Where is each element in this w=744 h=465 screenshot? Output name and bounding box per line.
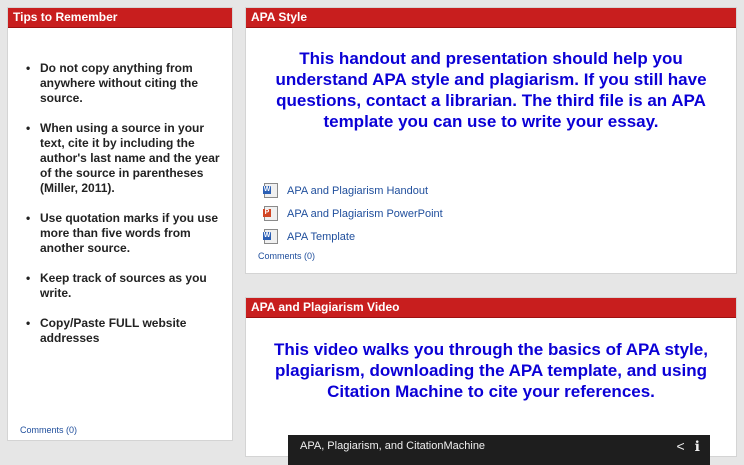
list-item: Copy/Paste FULL website addresses (26, 316, 220, 346)
tips-comments-link[interactable]: Comments (0) (20, 425, 77, 435)
list-item: Do not copy anything from anywhere witho… (26, 61, 220, 106)
file-apa-handout[interactable]: W APA and Plagiarism Handout (263, 179, 443, 202)
list-item: Keep track of sources as you write. (26, 271, 220, 301)
apa-style-header: APA Style (246, 8, 736, 28)
video-panel: APA and Plagiarism Video This video walk… (245, 297, 737, 465)
tips-panel: Tips to Remember Do not copy anything fr… (7, 7, 233, 441)
file-link-label[interactable]: APA and Plagiarism PowerPoint (287, 208, 443, 220)
tips-header: Tips to Remember (8, 8, 232, 28)
file-list: W APA and Plagiarism Handout P APA and P… (263, 179, 443, 248)
apa-intro-text: This handout and presentation should hel… (275, 49, 707, 131)
video-header: APA and Plagiarism Video (246, 298, 736, 318)
video-title: APA, Plagiarism, and CitationMachine (300, 440, 486, 452)
apa-comments-link[interactable]: Comments (0) (258, 251, 315, 261)
list-item: Use quotation marks if you use more than… (26, 211, 220, 256)
word-doc-icon: W (263, 183, 278, 198)
file-link-label[interactable]: APA and Plagiarism Handout (287, 185, 428, 197)
file-apa-powerpoint[interactable]: P APA and Plagiarism PowerPoint (263, 202, 443, 225)
video-intro-text: This video walks you through the basics … (274, 340, 708, 401)
word-doc-icon: W (263, 229, 278, 244)
powerpoint-icon: P (263, 206, 278, 221)
video-player[interactable]: APA, Plagiarism, and CitationMachine < ℹ (288, 435, 710, 465)
tips-list: Do not copy anything from anywhere witho… (26, 61, 220, 361)
apa-style-panel: APA Style This handout and presentation … (245, 7, 737, 274)
file-apa-template[interactable]: W APA Template (263, 225, 443, 248)
file-link-label[interactable]: APA Template (287, 231, 355, 243)
list-item: When using a source in your text, cite i… (26, 121, 220, 196)
share-icon[interactable]: < (676, 435, 684, 457)
info-icon[interactable]: ℹ (695, 435, 700, 457)
